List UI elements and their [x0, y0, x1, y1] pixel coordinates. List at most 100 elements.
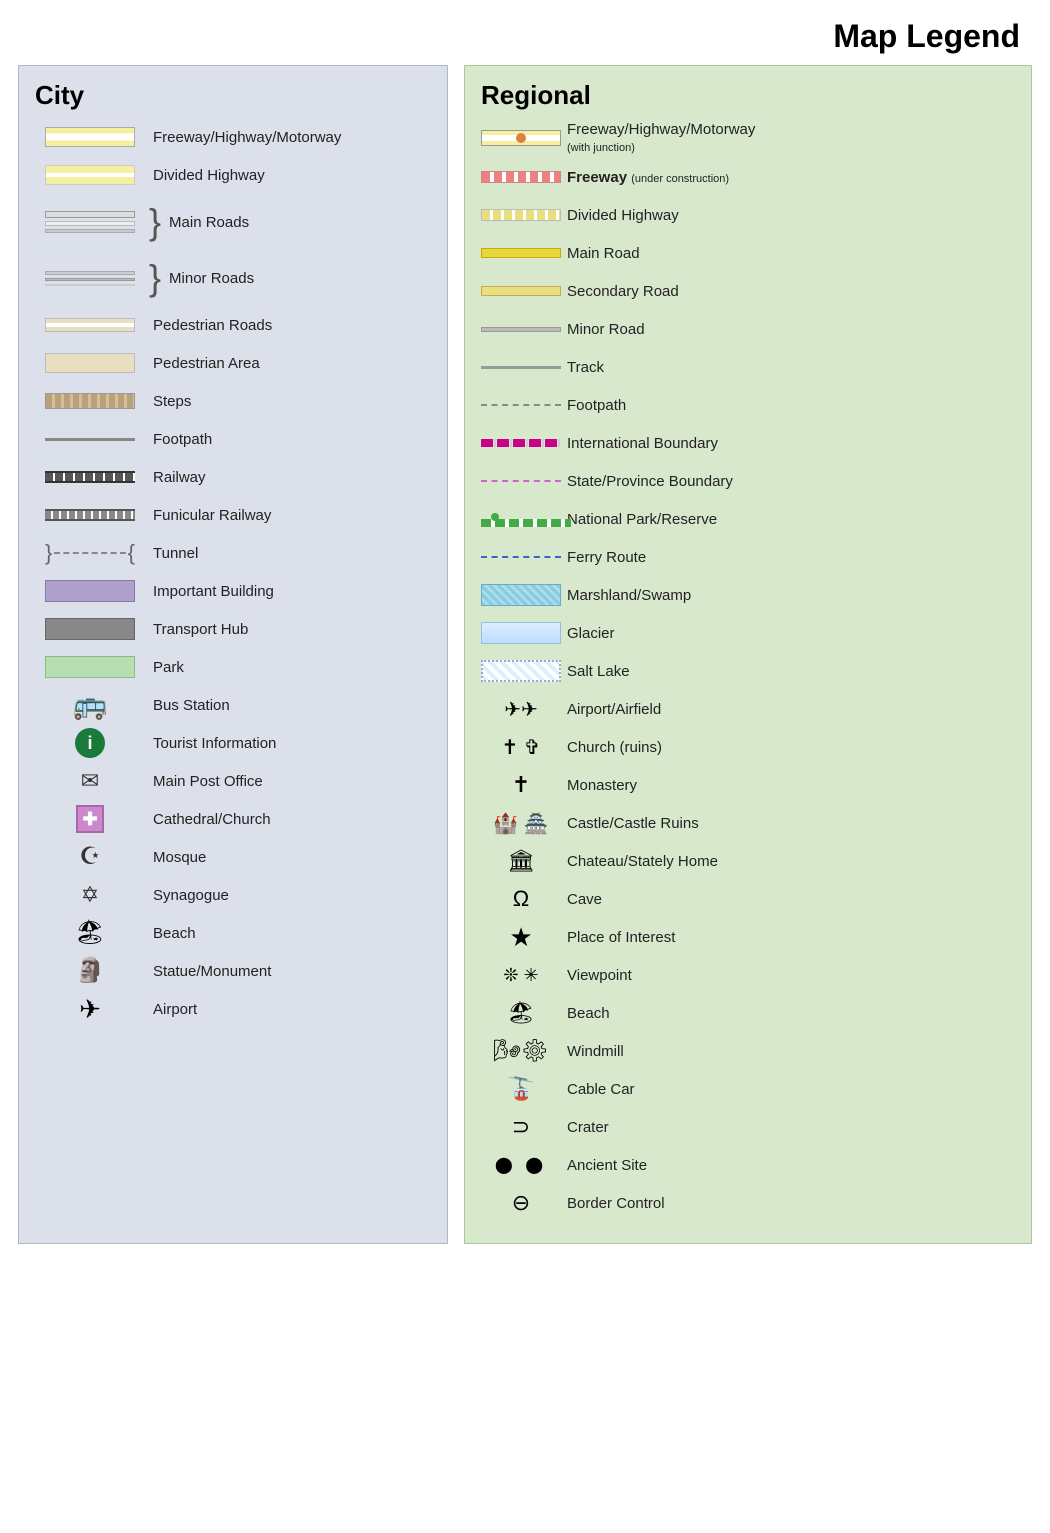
list-item: Ferry Route — [481, 541, 1015, 573]
reg-salt-lake-icon — [481, 660, 561, 682]
reg-secondary-label: Secondary Road — [561, 283, 679, 300]
reg-footpath-icon — [481, 404, 561, 406]
railway-icon — [35, 471, 145, 483]
list-item: Footpath — [35, 423, 431, 455]
list-item: ❊ ✳ Viewpoint — [481, 959, 1015, 991]
reg-border-control-label: Border Control — [561, 1195, 665, 1212]
list-item: ⬤ ⬤ Ancient Site — [481, 1149, 1015, 1181]
list-item: Freeway (under construction) — [481, 161, 1015, 193]
park-label: Park — [145, 659, 184, 676]
divided-hwy-label: Divided Highway — [145, 167, 265, 184]
reg-freeway-label: Freeway/Highway/Motorway(with junction) — [561, 121, 755, 155]
reg-track-icon — [481, 366, 561, 369]
reg-castle-label: Castle/Castle Ruins — [561, 815, 699, 832]
funicular-label: Funicular Railway — [145, 507, 271, 524]
tourist-info-icon: i — [35, 728, 145, 758]
list-item: ✈✈ Airport/Airfield — [481, 693, 1015, 725]
columns-wrapper: City Freeway/Highway/Motorway Divided Hi… — [0, 65, 1050, 1264]
list-item: Steps — [35, 385, 431, 417]
reg-track-label: Track — [561, 359, 604, 376]
reg-church-ruins-label: Church (ruins) — [561, 739, 662, 756]
list-item: 🏖 Beach — [35, 917, 431, 949]
reg-intl-boundary-label: International Boundary — [561, 435, 718, 452]
statue-label: Statue/Monument — [145, 963, 271, 980]
transport-hub-icon — [35, 618, 145, 640]
list-item: Track — [481, 351, 1015, 383]
reg-cave-icon: Ω — [481, 886, 561, 912]
funicular-icon — [35, 509, 145, 521]
important-building-label: Important Building — [145, 583, 274, 600]
reg-beach-icon: 🏖 — [481, 1000, 561, 1026]
reg-cable-car-icon: 🚡 — [481, 1076, 561, 1102]
tunnel-icon: } { — [35, 540, 145, 566]
cathedral-icon: ✚ — [35, 805, 145, 833]
regional-panel-title: Regional — [481, 80, 1015, 111]
reg-castle-icon: 🏰 🏯 — [481, 811, 561, 836]
reg-glacier-label: Glacier — [561, 625, 615, 642]
reg-windmill-icon: 🌬⚙ — [481, 1038, 561, 1064]
tunnel-bracket-right: { — [128, 540, 135, 566]
list-item: } { Tunnel — [35, 537, 431, 569]
airport-icon: ✈ — [35, 996, 145, 1022]
reg-glacier-icon — [481, 622, 561, 644]
list-item: ✝ Monastery — [481, 769, 1015, 801]
minor-roads-icon — [35, 271, 145, 286]
statue-icon: 🗿 — [35, 959, 145, 983]
mosque-icon: ☪ — [35, 845, 145, 869]
list-item: Freeway/Highway/Motorway — [35, 121, 431, 153]
reg-monastery-icon: ✝ — [481, 772, 561, 798]
reg-footpath-label: Footpath — [561, 397, 626, 414]
beach-icon: 🏖 — [35, 921, 145, 945]
minor-roads-label: Minor Roads — [161, 270, 254, 287]
pedestrian-roads-label: Pedestrian Roads — [145, 317, 272, 334]
list-item: Transport Hub — [35, 613, 431, 645]
reg-place-interest-icon: ★ — [481, 922, 561, 953]
list-item: Marshland/Swamp — [481, 579, 1015, 611]
list-item: ✡ Synagogue — [35, 879, 431, 911]
railway-label: Railway — [145, 469, 206, 486]
list-item: 🚡 Cable Car — [481, 1073, 1015, 1105]
main-roads-label: Main Roads — [161, 214, 249, 231]
reg-place-interest-label: Place of Interest — [561, 929, 675, 946]
list-item: 🏰 🏯 Castle/Castle Ruins — [481, 807, 1015, 839]
list-item: ⊖ Border Control — [481, 1187, 1015, 1219]
list-item: } Main Roads — [35, 197, 431, 247]
tunnel-bracket-left: } — [45, 540, 52, 566]
regional-panel: Regional Freeway/Highway/Motorway(with j… — [464, 65, 1032, 1244]
reg-crater-icon: ⊃ — [481, 1114, 561, 1140]
list-item: Glacier — [481, 617, 1015, 649]
reg-border-control-icon: ⊖ — [481, 1190, 561, 1216]
reg-intl-boundary-icon — [481, 439, 561, 447]
reg-windmill-label: Windmill — [561, 1043, 624, 1060]
list-item: 🌬⚙ Windmill — [481, 1035, 1015, 1067]
cathedral-label: Cathedral/Church — [145, 811, 271, 828]
reg-salt-lake-label: Salt Lake — [561, 663, 630, 680]
bus-station-icon: 🚌 — [35, 691, 145, 719]
reg-state-boundary-label: State/Province Boundary — [561, 473, 733, 490]
list-item: ☪ Mosque — [35, 841, 431, 873]
list-item: Park — [35, 651, 431, 683]
synagogue-label: Synagogue — [145, 887, 229, 904]
bus-station-label: Bus Station — [145, 697, 230, 714]
reg-cave-label: Cave — [561, 891, 602, 908]
reg-chateau-icon: 🏛 — [481, 848, 561, 874]
beach-label: Beach — [145, 925, 196, 942]
reg-natpark-icon — [481, 511, 561, 527]
pedestrian-area-label: Pedestrian Area — [145, 355, 260, 372]
list-item: ✚ Cathedral/Church — [35, 803, 431, 835]
list-item: 🏛 Chateau/Stately Home — [481, 845, 1015, 877]
list-item: ✝ ✞ Church (ruins) — [481, 731, 1015, 763]
city-panel-title: City — [35, 80, 431, 111]
list-item: i Tourist Information — [35, 727, 431, 759]
list-item: Divided Highway — [35, 159, 431, 191]
airport-label: Airport — [145, 1001, 197, 1018]
transport-hub-label: Transport Hub — [145, 621, 248, 638]
reg-minor-icon — [481, 327, 561, 332]
important-building-icon — [35, 580, 145, 602]
reg-marsh-label: Marshland/Swamp — [561, 587, 691, 604]
reg-ancient-label: Ancient Site — [561, 1157, 647, 1174]
list-item: Funicular Railway — [35, 499, 431, 531]
reg-state-boundary-icon — [481, 480, 561, 482]
page-title: Map Legend — [0, 0, 1050, 65]
list-item: Salt Lake — [481, 655, 1015, 687]
